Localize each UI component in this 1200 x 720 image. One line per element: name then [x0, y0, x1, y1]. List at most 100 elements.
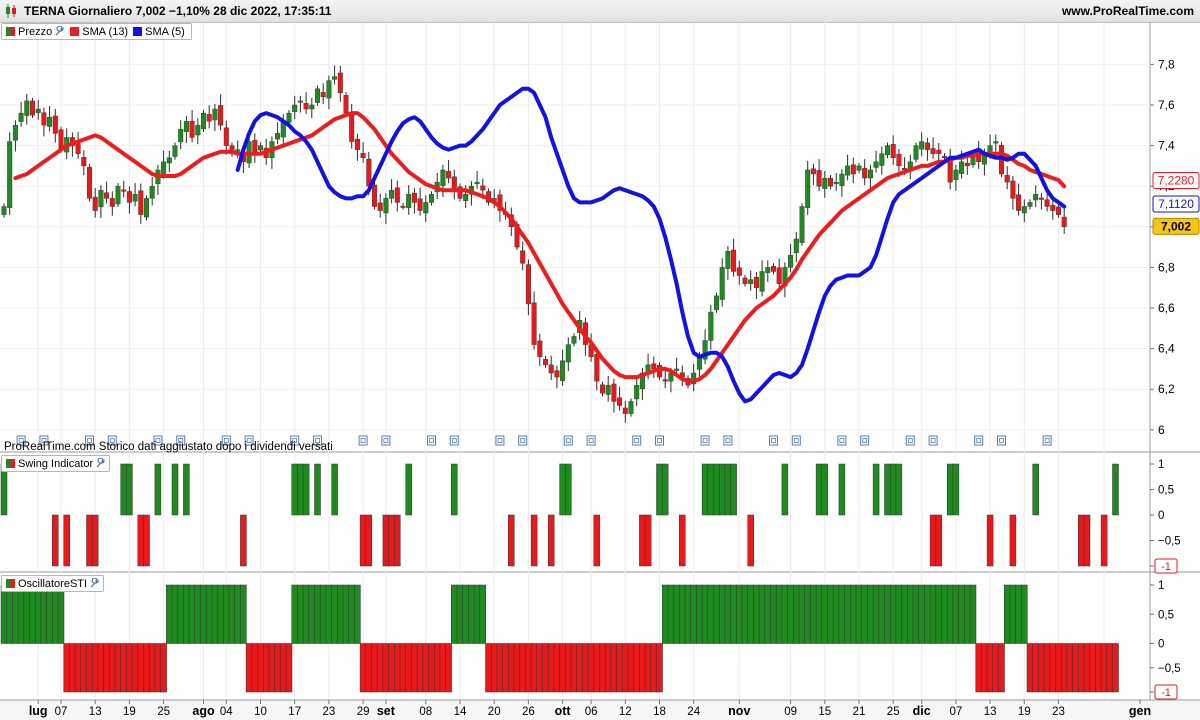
candle-body — [810, 168, 816, 175]
sti-bar-down — [576, 643, 583, 693]
candle-body — [622, 407, 628, 414]
candle-body — [537, 340, 543, 357]
swing-title: Swing Indicator — [18, 457, 94, 470]
sti-bar-down — [587, 643, 595, 693]
sti-bar-up — [1003, 584, 1011, 644]
swing-bar-down — [359, 514, 367, 567]
sma5-swatch — [133, 27, 143, 36]
swing-y-tick-label: 0,5 — [1158, 485, 1174, 497]
x-tick-label: 25 — [887, 706, 900, 718]
swing-bar-up — [120, 463, 127, 516]
candle-body — [543, 358, 549, 366]
candle-body — [161, 161, 167, 174]
candle-body — [98, 190, 104, 208]
legend-sma13[interactable]: SMA (13) — [68, 26, 128, 38]
swing-bar-down — [593, 514, 601, 567]
sti-bar-up — [872, 584, 880, 644]
candle-body — [1027, 202, 1033, 207]
candle-body — [560, 360, 566, 381]
candle-body — [930, 148, 936, 154]
x-tick-label: 24 — [687, 706, 700, 718]
candle-body — [440, 169, 446, 186]
sti-bar-down — [1049, 643, 1057, 693]
dividend-marker — [837, 435, 847, 446]
sti-bar-up — [166, 584, 173, 644]
sti-bar-up — [331, 584, 338, 644]
last-price-marker-label: 7,002 — [1161, 219, 1191, 233]
sma5-line — [235, 86, 1067, 404]
swing-bar-down — [86, 514, 93, 567]
legend-sma13-label: SMA (13) — [82, 25, 129, 38]
candle-body — [839, 173, 845, 186]
swing-bar-up — [895, 463, 903, 516]
swing-bar-up — [838, 463, 846, 516]
swing-bar-down — [382, 514, 390, 567]
candle-body — [822, 177, 828, 189]
swing-bar-up — [297, 463, 304, 516]
candle-body — [742, 277, 748, 284]
sti-bar-up — [319, 584, 327, 644]
dividend-marker — [974, 435, 984, 446]
swing-bar-up — [565, 463, 572, 516]
sti-bar-down — [622, 643, 629, 693]
dividend-marker — [586, 435, 596, 446]
swing-legend[interactable]: Swing Indicator — [1, 455, 111, 472]
sti-bar-down — [639, 643, 646, 693]
price-legend[interactable]: Prezzo SMA (13) SMA (5) — [1, 23, 192, 40]
wrench-icon[interactable] — [95, 458, 106, 469]
wrench-icon[interactable] — [89, 578, 100, 589]
sti-bar-down — [513, 643, 521, 693]
sti-bar-up — [462, 584, 469, 644]
candle-body — [1004, 175, 1010, 183]
sti-bar-up — [479, 584, 487, 644]
legend-prezzo[interactable]: Prezzo — [4, 26, 65, 38]
candle-body — [132, 194, 138, 202]
sti-bar-up — [850, 584, 857, 644]
sti-bar-up — [291, 584, 298, 644]
sti-bar-down — [998, 643, 1005, 693]
candle-body — [736, 267, 742, 276]
swing-bar-down — [644, 514, 652, 567]
sti-bar-down — [1043, 643, 1051, 693]
swing-bar-down — [935, 514, 943, 567]
candle-body — [126, 191, 132, 203]
x-tick-label: 15 — [818, 706, 831, 718]
sti-bar-down — [126, 643, 133, 693]
candle-body — [258, 145, 264, 151]
candle-body — [873, 161, 879, 168]
candle-body — [953, 169, 959, 180]
sti-bar-up — [713, 584, 720, 644]
price-y-tick-label: 6,4 — [1158, 342, 1175, 356]
swing-bar-up — [656, 463, 663, 516]
sti-bar-down — [496, 643, 504, 693]
candle-body — [879, 153, 885, 166]
swing-bar-down — [52, 514, 59, 567]
sti-bar-up — [827, 584, 834, 644]
candle-body — [845, 165, 851, 176]
swing-y-tick-label: −0,5 — [1158, 536, 1181, 548]
swing-bar-down — [91, 514, 99, 567]
dividend-marker — [1042, 435, 1052, 446]
sti-bar-up — [661, 584, 669, 644]
sti-swatch — [6, 579, 15, 588]
sti-bar-up — [451, 584, 458, 644]
candle-body — [223, 127, 229, 146]
swing-bar-up — [451, 463, 458, 516]
swing-bar-up — [171, 463, 179, 516]
swing-bar-up — [661, 463, 669, 516]
sti-legend[interactable]: OscillatoreSTI — [1, 575, 105, 592]
x-tick-label: 23 — [1052, 706, 1065, 718]
sti-bar-up — [969, 584, 977, 644]
sti-bar-down — [103, 643, 110, 693]
candle-body — [178, 129, 184, 143]
wrench-icon[interactable] — [54, 26, 65, 37]
sti-title: OscillatoreSTI — [18, 577, 88, 590]
swing-bar-up — [821, 463, 829, 516]
x-tick-label: set — [377, 704, 396, 718]
sti-bar-up — [468, 584, 475, 644]
sti-bar-down — [975, 643, 982, 693]
sti-bar-down — [536, 643, 544, 693]
sti-bar-down — [63, 643, 70, 693]
sti-bar-up — [23, 584, 31, 644]
legend-sma5[interactable]: SMA (5) — [131, 26, 185, 38]
